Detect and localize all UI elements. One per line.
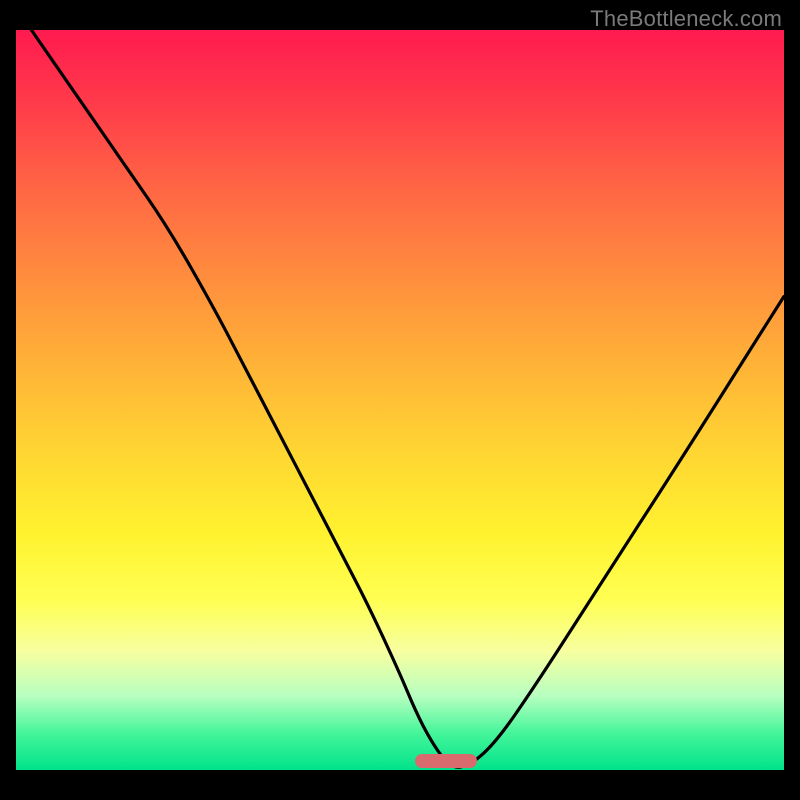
bottleneck-curve-svg (16, 30, 784, 770)
plot-area (16, 30, 784, 770)
optimal-range-marker (415, 754, 476, 768)
watermark-text: TheBottleneck.com (590, 6, 782, 32)
chart-container: TheBottleneck.com (0, 0, 800, 800)
bottleneck-curve-path (31, 30, 784, 767)
